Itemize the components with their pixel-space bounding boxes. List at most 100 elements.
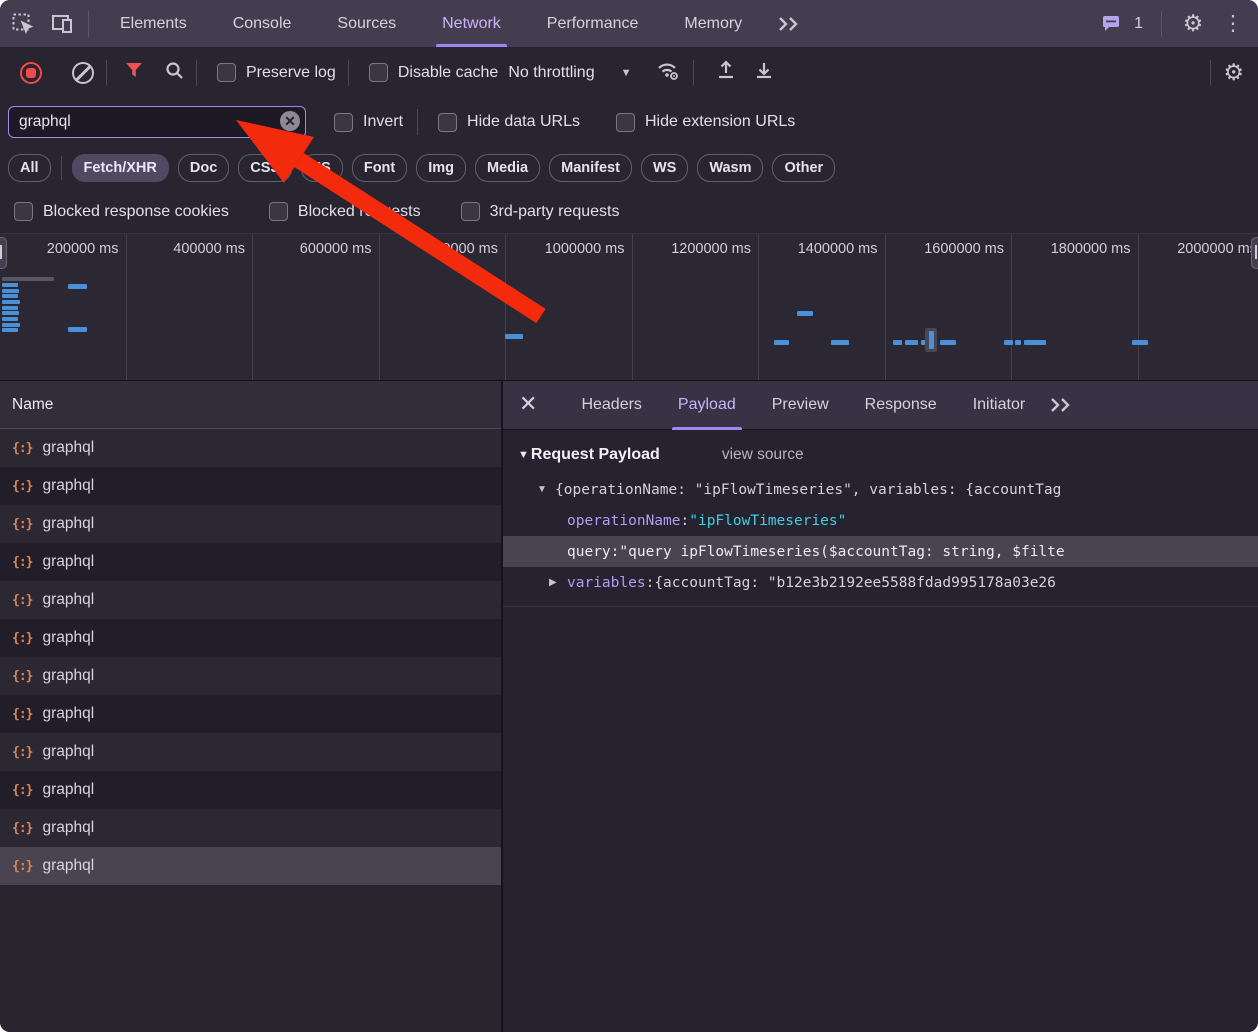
request-row[interactable]: {:}graphql: [0, 695, 501, 733]
blocked-requests-group[interactable]: Blocked requests: [269, 202, 421, 221]
hide-extension-urls-group[interactable]: Hide extension URLs: [616, 113, 795, 132]
tab-performance[interactable]: Performance: [545, 0, 641, 47]
waterfall-bar[interactable]: [929, 331, 934, 349]
network-overview-timeline[interactable]: 200000 ms400000 ms600000 ms800000 ms1000…: [0, 234, 1258, 381]
request-row[interactable]: {:}graphql: [0, 657, 501, 695]
type-chip-fetch-xhr[interactable]: Fetch/XHR: [72, 154, 169, 182]
request-row[interactable]: {:}graphql: [0, 619, 501, 657]
payload-tree-row[interactable]: operationName: "ipFlowTimeseries": [503, 505, 1258, 536]
request-row[interactable]: {:}graphql: [0, 543, 501, 581]
type-chip-ws[interactable]: WS: [641, 154, 688, 182]
kebab-menu-icon[interactable]: ⋮: [1216, 7, 1250, 41]
preserve-log-checkbox[interactable]: [217, 63, 236, 82]
waterfall-bar[interactable]: [905, 340, 918, 345]
inspect-element-icon[interactable]: [6, 7, 40, 41]
payload-tree-row[interactable]: query: "query ipFlowTimeseries($accountT…: [503, 536, 1258, 567]
preserve-log-checkbox-group[interactable]: Preserve log: [217, 63, 336, 82]
request-row[interactable]: {:}graphql: [0, 847, 501, 885]
type-chip-font[interactable]: Font: [352, 154, 407, 182]
waterfall-bar[interactable]: [2, 289, 19, 293]
detail-tab-preview[interactable]: Preview: [772, 381, 829, 430]
filter-funnel-icon[interactable]: [125, 63, 143, 83]
chevron-down-icon[interactable]: ▼: [621, 67, 632, 79]
detail-tab-headers[interactable]: Headers: [581, 381, 641, 430]
disable-cache-checkbox-group[interactable]: Disable cache: [369, 63, 499, 82]
detail-tab-response[interactable]: Response: [865, 381, 937, 430]
tab-elements[interactable]: Elements: [118, 0, 189, 47]
search-icon[interactable]: [165, 61, 184, 85]
third-party-checkbox[interactable]: [461, 202, 480, 221]
collapsed-triangle-icon[interactable]: ▶: [549, 577, 567, 588]
waterfall-bar[interactable]: [2, 306, 18, 310]
request-row[interactable]: {:}graphql: [0, 581, 501, 619]
tab-console[interactable]: Console: [231, 0, 294, 47]
waterfall-bar[interactable]: [1004, 340, 1013, 345]
third-party-group[interactable]: 3rd-party requests: [461, 202, 620, 221]
view-source-link[interactable]: view source: [722, 446, 804, 464]
hide-extension-urls-checkbox[interactable]: [616, 113, 635, 132]
throttling-select[interactable]: No throttling: [508, 64, 594, 82]
import-har-icon[interactable]: [716, 60, 736, 85]
waterfall-bar[interactable]: [1024, 340, 1046, 345]
waterfall-bar[interactable]: [831, 340, 849, 345]
clear-filter-icon[interactable]: ✕: [280, 111, 300, 131]
type-chip-media[interactable]: Media: [475, 154, 540, 182]
request-row[interactable]: {:}graphql: [0, 467, 501, 505]
waterfall-bar[interactable]: [1132, 340, 1148, 345]
tab-memory[interactable]: Memory: [682, 0, 744, 47]
request-row[interactable]: {:}graphql: [0, 429, 501, 467]
request-row[interactable]: {:}graphql: [0, 733, 501, 771]
more-panels-button[interactable]: [775, 0, 803, 47]
blocked-requests-checkbox[interactable]: [269, 202, 288, 221]
more-detail-tabs-button[interactable]: [1049, 381, 1073, 430]
section-collapse-triangle-icon[interactable]: ▼: [518, 449, 529, 461]
export-har-icon[interactable]: [754, 60, 774, 85]
network-conditions-icon[interactable]: [655, 59, 681, 86]
blocked-cookies-checkbox[interactable]: [14, 202, 33, 221]
settings-gear-icon[interactable]: ⚙: [1176, 7, 1210, 41]
waterfall-bar[interactable]: [2, 323, 20, 327]
waterfall-bar[interactable]: [505, 334, 523, 339]
expanded-triangle-icon[interactable]: ▼: [537, 484, 555, 495]
waterfall-bar[interactable]: [68, 327, 87, 332]
issues-count[interactable]: 1: [1134, 15, 1143, 33]
payload-tree-row[interactable]: ▶variables: {accountTag: "b12e3b2192ee55…: [503, 567, 1258, 598]
waterfall-bar[interactable]: [2, 283, 18, 287]
type-chip-doc[interactable]: Doc: [178, 154, 229, 182]
waterfall-bar[interactable]: [893, 340, 902, 345]
name-column-header[interactable]: Name: [0, 381, 501, 429]
detail-tab-initiator[interactable]: Initiator: [973, 381, 1025, 430]
type-chip-manifest[interactable]: Manifest: [549, 154, 632, 182]
hide-data-urls-checkbox[interactable]: [438, 113, 457, 132]
waterfall-bar[interactable]: [2, 311, 19, 315]
type-chip-wasm[interactable]: Wasm: [697, 154, 763, 182]
device-toolbar-icon[interactable]: [46, 7, 80, 41]
request-row[interactable]: {:}graphql: [0, 771, 501, 809]
type-chip-css[interactable]: CSS: [238, 154, 292, 182]
close-details-icon[interactable]: ✕: [519, 391, 537, 417]
network-settings-gear-icon[interactable]: ⚙: [1223, 59, 1244, 86]
type-chip-img[interactable]: Img: [416, 154, 466, 182]
tab-sources[interactable]: Sources: [335, 0, 398, 47]
waterfall-bar[interactable]: [2, 300, 20, 304]
waterfall-bar[interactable]: [2, 317, 18, 321]
invert-checkbox-group[interactable]: Invert: [334, 113, 403, 132]
type-chip-all[interactable]: All: [8, 154, 51, 182]
blocked-cookies-group[interactable]: Blocked response cookies: [14, 202, 229, 221]
waterfall-bar[interactable]: [1015, 340, 1021, 345]
tab-network[interactable]: Network: [440, 0, 503, 47]
hide-data-urls-group[interactable]: Hide data URLs: [438, 113, 580, 132]
timeline-right-gripper[interactable]: [1251, 237, 1258, 269]
waterfall-bar[interactable]: [940, 340, 956, 345]
invert-checkbox[interactable]: [334, 113, 353, 132]
issues-bubble-icon[interactable]: [1094, 7, 1128, 41]
waterfall-bar[interactable]: [797, 311, 813, 316]
waterfall-bar[interactable]: [2, 294, 18, 298]
waterfall-bar[interactable]: [2, 328, 18, 332]
type-chip-js[interactable]: JS: [301, 154, 343, 182]
request-payload-section-header[interactable]: ▼ Request Payload view source: [503, 430, 1258, 468]
request-row[interactable]: {:}graphql: [0, 809, 501, 847]
waterfall-bar[interactable]: [774, 340, 789, 345]
type-chip-other[interactable]: Other: [772, 154, 835, 182]
filter-input[interactable]: [9, 113, 305, 131]
